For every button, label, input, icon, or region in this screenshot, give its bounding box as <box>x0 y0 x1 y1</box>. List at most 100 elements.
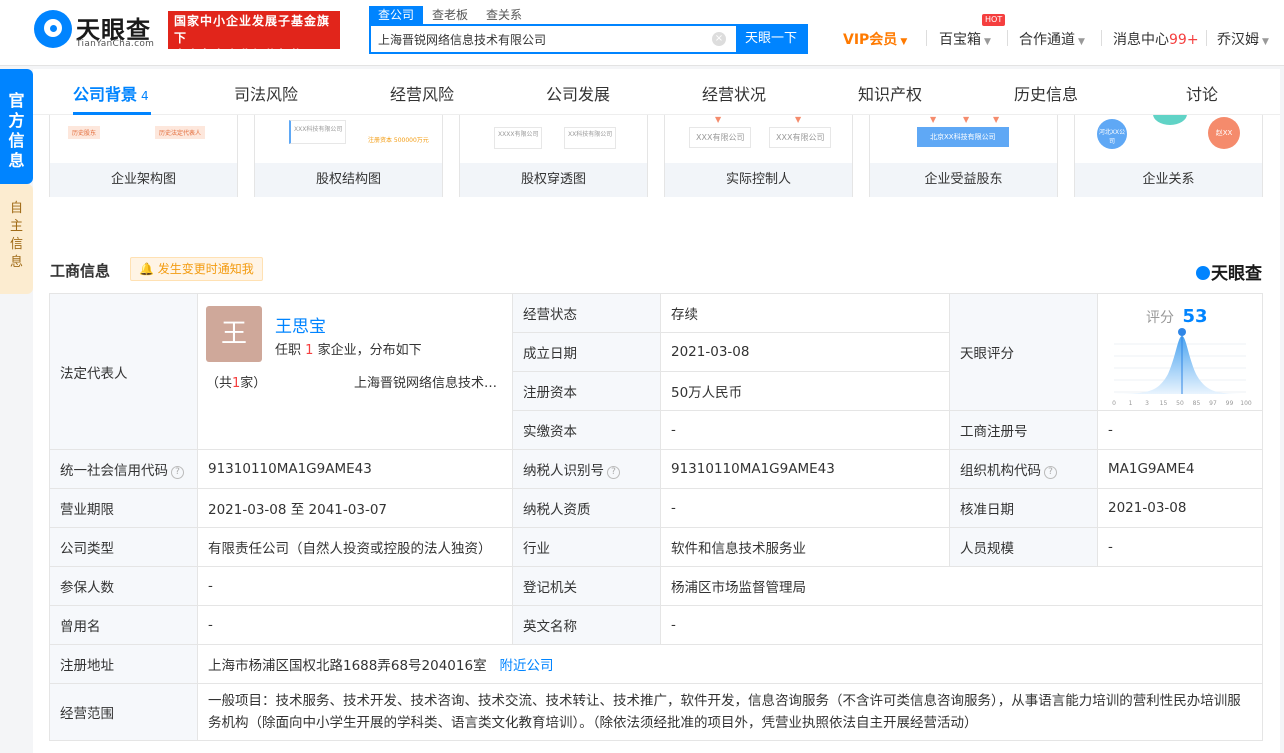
vip-menu[interactable]: VIP会员 ▼ <box>843 29 907 49</box>
tab-count: 4 <box>141 89 149 103</box>
thumb-box: 历史法定代表人 <box>155 126 206 139</box>
message-label: 消息中心 <box>1113 32 1169 48</box>
paid-capital-key: 实缴资本 <box>512 410 661 450</box>
tab-label: 公司背景 <box>73 85 138 104</box>
score-key: 天眼评分 <box>949 293 1098 411</box>
eye-logo-icon <box>34 10 72 48</box>
card-relations[interactable]: 河北XX公司 赵XX 企业关系 <box>1074 115 1263 197</box>
card-beneficiary[interactable]: ▼ ▼ ▼ 北京XX科技有限公司 企业受益股东 <box>869 115 1058 197</box>
search-type-tabs: 查公司 查老板 查关系 <box>369 6 531 24</box>
insured-key: 参保人数 <box>49 566 198 606</box>
nearby-companies-link[interactable]: 附近公司 <box>499 658 553 674</box>
credit-value: 91310110MA1G9AME43 <box>197 449 513 489</box>
insured-value: - <box>197 566 513 606</box>
score-cell[interactable]: 评分 53 0 1 3 15 50 85 97 99 100 <box>1097 293 1263 411</box>
card-label: 实际控制人 <box>665 163 852 197</box>
table-row: 法定代表人 王 王思宝 任职 1 家企业，分布如下 （共1家） 上海晋锐网络信息… <box>49 293 1263 450</box>
tianyancha-logo[interactable]: 天眼查 TianYanCha.com <box>34 10 164 50</box>
credit-key-text: 统一社会信用代码 <box>60 463 168 479</box>
eye-logo-icon <box>1196 266 1210 280</box>
thumb-text: 注册资本 500000万元 <box>365 134 432 145</box>
notify-button[interactable]: 🔔 发生变更时通知我 <box>130 257 263 281</box>
baibaoxiang-menu[interactable]: 百宝箱 ▼ <box>939 29 991 49</box>
tab-operation-status[interactable]: 经营状况 <box>702 81 766 105</box>
side-tab-self[interactable]: 自主信息 <box>0 184 33 294</box>
card-label: 股权结构图 <box>255 163 442 197</box>
card-label: 企业关系 <box>1075 163 1262 197</box>
search-input[interactable]: 上海晋锐网络信息技术有限公司 <box>378 31 546 48</box>
search-tab-relation[interactable]: 查关系 <box>477 6 531 24</box>
orgcode-key: 组织机构代码? <box>949 449 1098 489</box>
company-type-key: 公司类型 <box>49 527 198 567</box>
industry-key: 行业 <box>512 527 661 567</box>
axis-tick-label: 85 <box>1193 400 1201 407</box>
card-equity-penetration[interactable]: XXXX有限公司 XX科技有限公司 股权穿透图 <box>459 115 648 197</box>
score-axis: 0 1 3 15 50 85 97 99 100 <box>1112 400 1252 407</box>
badge-line1: 国家中小企业发展子基金旗下 <box>174 14 331 45</box>
legal-rep-summary: 任职 1 家企业，分布如下 <box>275 339 422 358</box>
approve-key: 核准日期 <box>949 488 1098 528</box>
legal-rep-company[interactable]: 上海晋锐网络信息技术有限公司 <box>354 372 504 391</box>
table-row: 经营范围 一般项目：技术服务、技术开发、技术咨询、技术交流、技术转让、技术推广，… <box>49 683 1263 741</box>
curve-area <box>1114 336 1246 394</box>
tab-discussion[interactable]: 讨论 <box>1186 81 1218 105</box>
tab-operation-risk[interactable]: 经营风险 <box>390 81 454 105</box>
card-equity-structure[interactable]: XXX科技有限公司 注册资本 500000万元 股权结构图 <box>254 115 443 197</box>
axis-tick-label: 100 <box>1240 400 1252 407</box>
help-icon[interactable]: ? <box>607 466 620 479</box>
side-tab-official[interactable]: 官方信息 <box>0 69 33 184</box>
baibaoxiang-label: 百宝箱 <box>939 32 981 48</box>
card-structure[interactable]: 历史股东 历史法定代表人 企业架构图 <box>49 115 238 197</box>
score-marker-dot <box>1178 328 1186 336</box>
search-tab-company[interactable]: 查公司 <box>369 6 424 24</box>
graph-cards: 历史股东 历史法定代表人 企业架构图 XXX科技有限公司 注册资本 500000… <box>49 115 1263 197</box>
arrow-down-icon: ▼ <box>930 115 937 124</box>
caret-down-icon: ▼ <box>900 37 908 47</box>
search-button[interactable]: 天眼一下 <box>736 26 806 52</box>
regno-key: 工商注册号 <box>949 410 1098 450</box>
axis-tick-label: 1 <box>1129 400 1133 407</box>
help-icon[interactable]: ? <box>171 466 184 479</box>
table-row: 公司类型 有限责任公司（自然人投资或控股的法人独资） 行业 软件和信息技术服务业… <box>49 527 1263 567</box>
table-row: 参保人数 - 登记机关 杨浦区市场监督管理局 <box>49 566 1263 606</box>
relations-thumbnail: 河北XX公司 赵XX <box>1075 115 1262 163</box>
tab-ip[interactable]: 知识产权 <box>858 81 922 105</box>
scope-value: 一般项目：技术服务、技术开发、技术咨询、技术交流、技术转让、技术推广，软件开发，… <box>197 683 1263 741</box>
status-key: 经营状态 <box>512 293 661 333</box>
hezuo-menu[interactable]: 合作通道 ▼ <box>1019 29 1085 49</box>
paid-capital-value: - <box>660 410 950 450</box>
beneficiary-thumbnail: ▼ ▼ ▼ 北京XX科技有限公司 <box>870 115 1057 163</box>
thumb-box: XXXX有限公司 <box>494 127 543 149</box>
penetration-thumbnail: XXXX有限公司 XX科技有限公司 <box>460 115 647 163</box>
tab-company-background[interactable]: 公司背景 4 <box>73 81 149 105</box>
thumb-box: XX科技有限公司 <box>564 127 617 149</box>
logo-domain: TianYanCha.com <box>76 39 155 49</box>
caret-down-icon: ▼ <box>1262 37 1269 47</box>
card-label: 企业受益股东 <box>870 163 1057 197</box>
search-box: 上海晋锐网络信息技术有限公司 × 天眼一下 <box>369 24 808 54</box>
search-tab-boss[interactable]: 查老板 <box>423 6 477 24</box>
card-actual-controller[interactable]: ▼ ▼ XXX有限公司 XXX有限公司 实际控制人 <box>664 115 853 197</box>
top-header: 天眼查 TianYanCha.com 国家中小企业发展子基金旗下 官方备案企业征… <box>0 0 1284 66</box>
staff-key: 人员规模 <box>949 527 1098 567</box>
axis-tick-label: 0 <box>1112 400 1116 407</box>
avatar[interactable]: 王 <box>206 306 262 362</box>
official-badge: 国家中小企业发展子基金旗下 官方备案企业征信机构 <box>168 11 340 62</box>
help-icon[interactable]: ? <box>1044 466 1057 479</box>
legal-rep-name[interactable]: 王思宝 <box>275 312 326 337</box>
summary-text: 家企业，分布如下 <box>317 343 422 358</box>
message-count: 99+ <box>1169 32 1199 48</box>
user-menu[interactable]: 乔汉姆 ▼ <box>1217 29 1269 49</box>
hot-badge: HOT <box>982 14 1006 26</box>
legal-rep-cell: 王 王思宝 任职 1 家企业，分布如下 （共1家） 上海晋锐网络信息技术有限公司 <box>197 293 513 450</box>
tab-judicial-risk[interactable]: 司法风险 <box>234 81 298 105</box>
thumb-box: 历史股东 <box>68 126 101 139</box>
table-row: 统一社会信用代码? 91310110MA1G9AME43 纳税人识别号? 913… <box>49 449 1263 489</box>
tab-development[interactable]: 公司发展 <box>546 81 610 105</box>
table-row: 营业期限 2021-03-08 至 2041-03-07 纳税人资质 - 核准日… <box>49 488 1263 528</box>
orgcode-value: MA1G9AME4 <box>1097 449 1263 489</box>
message-center[interactable]: 消息中心99+ <box>1113 29 1199 49</box>
tab-history[interactable]: 历史信息 <box>1014 81 1078 105</box>
clear-icon[interactable]: × <box>712 32 726 46</box>
hezuo-label: 合作通道 <box>1019 32 1075 48</box>
